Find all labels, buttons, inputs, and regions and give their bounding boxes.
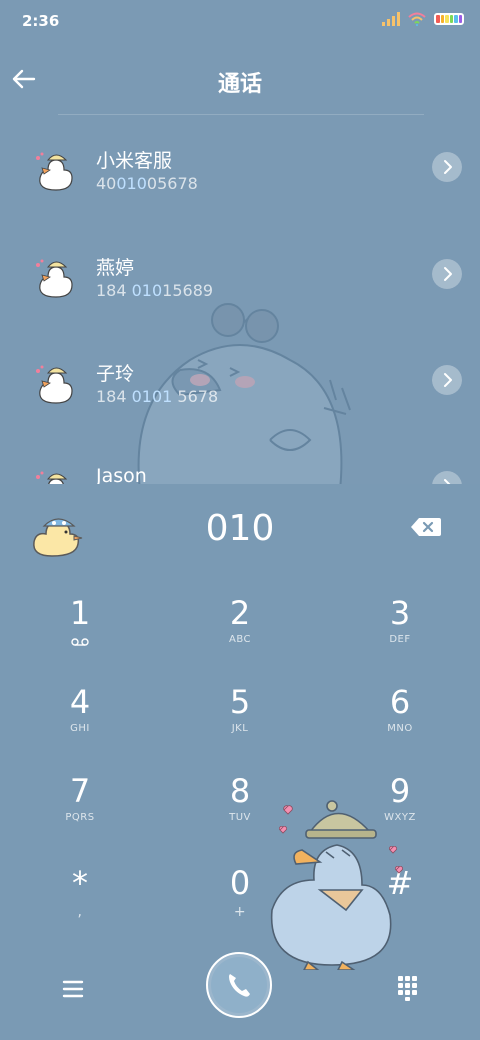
number-suffix: 15689 — [162, 281, 214, 300]
status-bar: 2:36 — [0, 0, 480, 44]
bottom-bar — [0, 950, 480, 1030]
contact-number: 184 0101 5678 — [96, 387, 218, 406]
contact-name: 子玲 — [96, 363, 135, 385]
dial-key-letters: DEF — [389, 634, 411, 645]
chevron-right-icon[interactable] — [432, 365, 462, 395]
contact-name: 燕婷 — [96, 257, 135, 279]
contact-item[interactable]: 子玲 184 0101 5678 — [0, 347, 480, 447]
contact-item[interactable]: 燕婷 184 01015689 — [0, 241, 480, 341]
number-match-highlight: 010 — [116, 174, 147, 193]
status-time: 2:36 — [22, 12, 60, 30]
number-suffix: 5678 — [172, 387, 219, 406]
dial-key-letters: GHI — [70, 723, 90, 734]
dial-key-letters: , — [77, 904, 83, 920]
signal-icon — [382, 12, 400, 26]
contact-name: Jason — [96, 465, 147, 484]
phone-icon — [211, 957, 267, 1013]
dial-key-letters: ABC — [228, 634, 251, 645]
dial-key-1[interactable]: 1 — [20, 594, 140, 674]
dial-key-letters: PQRS — [65, 812, 95, 823]
divider — [58, 114, 424, 115]
contact-number: 184 01015689 — [96, 281, 213, 300]
dial-key-6[interactable]: 6 MNO — [340, 683, 460, 763]
wifi-icon — [408, 12, 426, 26]
duck-with-hat-illustration — [270, 800, 403, 970]
dial-key-4[interactable]: 4 GHI — [20, 683, 140, 763]
dial-key-3[interactable]: 3 DEF — [340, 594, 460, 674]
dial-key-digit: 3 — [389, 594, 411, 632]
dial-key-digit: 4 — [69, 683, 91, 721]
number-match-highlight: 0101 — [131, 387, 173, 406]
voicemail-icon — [71, 638, 89, 646]
number-prefix: 184 — [96, 281, 132, 300]
call-button[interactable] — [206, 952, 272, 1018]
keypad-icon[interactable] — [392, 972, 422, 1002]
status-icons — [382, 12, 464, 26]
dial-key-2[interactable]: 2 ABC — [180, 594, 300, 674]
contact-name: 小米客服 — [96, 150, 173, 172]
dial-key-5[interactable]: 5 JKL — [180, 683, 300, 763]
contact-number: 4001005678 — [96, 174, 198, 193]
battery-icon — [434, 13, 464, 25]
dialed-number: 010 — [205, 508, 275, 549]
contact-item[interactable]: 小米客服 4001005678 — [0, 134, 480, 234]
dial-key-star[interactable]: *, — [20, 864, 140, 944]
number-suffix: 05678 — [146, 174, 198, 193]
dial-key-7[interactable]: 7 PQRS — [20, 772, 140, 852]
dial-key-digit: 1 — [69, 594, 91, 632]
page-title: 通话 — [217, 72, 262, 97]
number-prefix: 184 — [96, 387, 132, 406]
header: 通话 — [0, 56, 480, 102]
contact-avatar — [36, 152, 73, 191]
dial-key-digit: 6 — [389, 683, 411, 721]
chevron-right-icon[interactable] — [432, 259, 462, 289]
dial-key-digit: 2 — [229, 594, 251, 632]
contact-avatar — [36, 259, 73, 298]
number-match-highlight: 010 — [131, 281, 163, 300]
contact-item[interactable]: Jason — [0, 453, 480, 484]
contact-list: 小米客服 4001005678 燕婷 184 01015689 子玲 184 0101 5… — [0, 120, 480, 484]
chevron-right-icon[interactable] — [432, 471, 462, 484]
dial-key-letters: MNO — [387, 723, 413, 734]
chevron-right-icon[interactable] — [432, 152, 462, 182]
backspace-icon[interactable] — [410, 516, 442, 538]
dial-key-digit: * — [72, 864, 88, 902]
contact-avatar — [36, 471, 68, 484]
dial-key-digit: 7 — [69, 772, 91, 810]
dial-key-digit: 5 — [229, 683, 251, 721]
number-prefix: 40 — [96, 174, 117, 193]
contact-avatar — [36, 365, 73, 404]
menu-icon[interactable] — [58, 974, 88, 1004]
dial-key-letters: JKL — [231, 723, 249, 734]
